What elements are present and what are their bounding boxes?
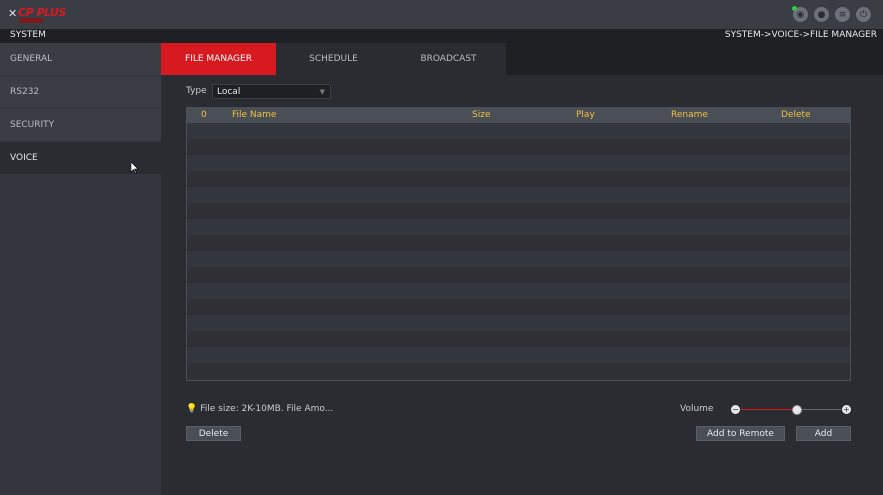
table-row <box>187 315 850 331</box>
tab-broadcast[interactable]: BROADCAST <box>391 43 506 75</box>
volume-plus-icon[interactable]: + <box>842 405 851 414</box>
power-icon[interactable]: ⏻ <box>856 7 871 22</box>
tab-file-manager[interactable]: FILE MANAGER <box>161 43 276 75</box>
header-delete: Delete <box>781 110 811 120</box>
type-select-value: Local <box>217 87 241 97</box>
table-row <box>187 219 850 235</box>
table-row <box>187 123 850 139</box>
header-rename: Rename <box>671 110 708 120</box>
table-row <box>187 203 850 219</box>
header-select-all[interactable]: 0 <box>201 110 207 120</box>
page-title: SYSTEM <box>10 30 46 40</box>
sidebar-item-security[interactable]: SECURITY <box>0 109 161 141</box>
table-row <box>187 331 850 347</box>
menu-icon[interactable]: ≡ <box>835 7 850 22</box>
status-dot <box>792 6 797 11</box>
file-table: 0 File Name Size Play Rename Delete <box>186 107 851 381</box>
volume-label: Volume <box>680 404 714 414</box>
logo: ✕ CP PLUS <box>8 6 66 24</box>
user-icon[interactable]: ● <box>814 7 829 22</box>
tab-bar: FILE MANAGER SCHEDULE BROADCAST <box>161 43 883 75</box>
tab-schedule[interactable]: SCHEDULE <box>276 43 391 75</box>
table-row <box>187 235 850 251</box>
table-row <box>187 155 850 171</box>
logo-subtext <box>19 18 43 23</box>
volume-slider-fill <box>741 409 796 410</box>
header-file-name: File Name <box>232 110 277 120</box>
add-button[interactable]: Add <box>796 426 851 441</box>
top-bar: ✕ CP PLUS ◉ ● ≡ ⏻ <box>0 0 883 30</box>
delete-button[interactable]: Delete <box>186 426 241 441</box>
table-row <box>187 363 850 379</box>
add-to-remote-button[interactable]: Add to Remote <box>696 426 785 441</box>
top-icons: ◉ ● ≡ ⏻ <box>792 6 871 22</box>
file-size-hint: 💡 File size: 2K-10MB. File Amo... <box>186 404 333 414</box>
header-play: Play <box>576 110 595 120</box>
mouse-cursor-icon <box>131 162 139 174</box>
system-bar: SYSTEM SYSTEM->VOICE->FILE MANAGER <box>0 29 883 44</box>
table-row <box>187 171 850 187</box>
hint-text: File size: 2K-10MB. File Amo... <box>200 404 334 414</box>
table-row <box>187 139 850 155</box>
sidebar-item-rs232[interactable]: RS232 <box>0 76 161 108</box>
type-label: Type <box>186 86 207 96</box>
breadcrumb: SYSTEM->VOICE->FILE MANAGER <box>724 30 877 40</box>
chevron-down-icon: ▼ <box>319 88 325 96</box>
table-row <box>187 283 850 299</box>
eye-icon[interactable]: ◉ <box>792 6 808 22</box>
header-size: Size <box>472 110 491 120</box>
logo-mark-icon: ✕ <box>8 7 18 20</box>
lightbulb-icon: 💡 <box>186 404 198 414</box>
table-row <box>187 187 850 203</box>
volume-minus-icon[interactable]: − <box>731 405 740 414</box>
table-row <box>187 299 850 315</box>
table-row <box>187 267 850 283</box>
table-row <box>187 251 850 267</box>
volume-slider-handle[interactable] <box>792 405 802 415</box>
table-row <box>187 347 850 363</box>
table-header: 0 File Name Size Play Rename Delete <box>187 108 850 123</box>
sidebar: GENERAL RS232 SECURITY VOICE <box>0 43 161 495</box>
sidebar-item-general[interactable]: GENERAL <box>0 43 161 75</box>
type-select[interactable]: Local ▼ <box>212 84 331 99</box>
